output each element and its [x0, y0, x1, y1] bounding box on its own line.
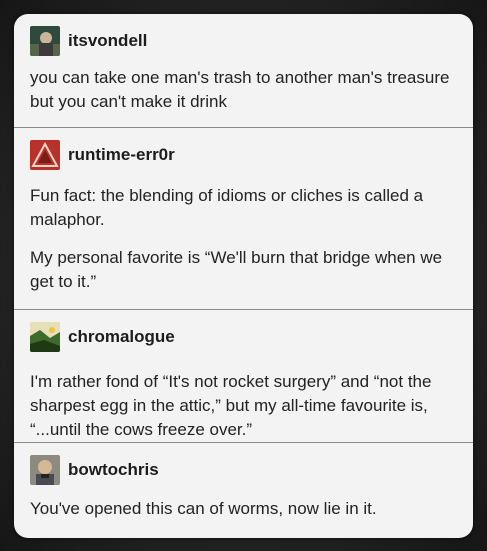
post-paragraph: I'm rather fond of “It's not rocket surg… [30, 372, 432, 439]
username[interactable]: chromalogue [68, 327, 175, 347]
post-paragraph: My personal favorite is “We'll burn that… [30, 248, 443, 291]
post-header: chromalogue [30, 322, 175, 352]
user-photo-avatar-icon[interactable] [30, 455, 60, 485]
post-body: Fun fact: the blending of idioms or clic… [30, 184, 460, 308]
post-runtime-err0r: runtime-err0r Fun fact: the blending of … [14, 127, 473, 310]
username[interactable]: itsvondell [68, 31, 147, 51]
post-paragraph: You've opened this can of worms, now lie… [30, 499, 377, 518]
username[interactable]: bowtochris [68, 460, 159, 480]
post-itsvondell: itsvondell you can take one man's trash … [14, 14, 473, 127]
screenshot-frame: itsvondell you can take one man's trash … [0, 0, 487, 551]
post-chromalogue: chromalogue I'm rather fond of “It's not… [14, 309, 473, 443]
user-photo-avatar-icon[interactable] [30, 26, 60, 56]
post-header: bowtochris [30, 455, 159, 485]
post-paragraph: Fun fact: the blending of idioms or clic… [30, 186, 424, 229]
post-paragraph: you can take one man's trash to another … [30, 68, 450, 111]
post-bowtochris: bowtochris You've opened this can of wor… [14, 442, 473, 538]
geometric-triangle-avatar-icon[interactable] [30, 140, 60, 170]
username[interactable]: runtime-err0r [68, 145, 175, 165]
post-header: runtime-err0r [30, 140, 175, 170]
post-header: itsvondell [30, 26, 147, 56]
post-thread-card: itsvondell you can take one man's trash … [14, 14, 473, 538]
post-body: you can take one man's trash to another … [30, 66, 460, 128]
post-body: You've opened this can of worms, now lie… [30, 497, 460, 535]
landscape-avatar-icon[interactable] [30, 322, 60, 352]
